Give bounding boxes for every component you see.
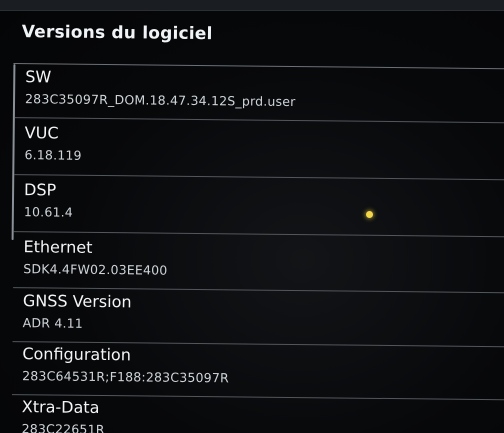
list-item-label: DSP — [24, 180, 57, 200]
title-divider — [13, 63, 504, 70]
software-versions-panel: Versions du logiciel SW 283C35097R_DOM.1… — [3, 10, 504, 433]
top-strip — [0, 0, 504, 11]
screen-glare — [366, 211, 373, 218]
scrollbar[interactable] — [11, 64, 16, 241]
list-item-value: ADR 4.11 — [22, 315, 84, 331]
list-item-label: GNSS Version — [22, 291, 132, 312]
list-item-value: 283C64531R;F188:283C35097R — [22, 368, 229, 386]
page-title: Versions du logiciel — [21, 22, 213, 45]
list-item-value: 283C22651R — [21, 421, 105, 433]
list-item-value: 10.61.4 — [23, 204, 74, 220]
row-divider — [14, 174, 504, 181]
row-divider — [13, 231, 504, 238]
row-divider — [14, 117, 504, 124]
list-item-label: VUC — [24, 123, 59, 143]
list-item-label: Ethernet — [23, 237, 93, 257]
display-screen: Versions du logiciel SW 283C35097R_DOM.1… — [0, 0, 504, 433]
list-item-value: 6.18.119 — [24, 147, 82, 163]
list-item-label: Xtra-Data — [21, 397, 100, 417]
list-item-value: 283C35097R_DOM.18.47.34.12S_prd.user — [24, 91, 296, 110]
list-item-label: Configuration — [22, 344, 132, 365]
list-item-label: SW — [25, 67, 52, 87]
list-item-value: SDK4.4FW02.03EE400 — [23, 261, 168, 278]
